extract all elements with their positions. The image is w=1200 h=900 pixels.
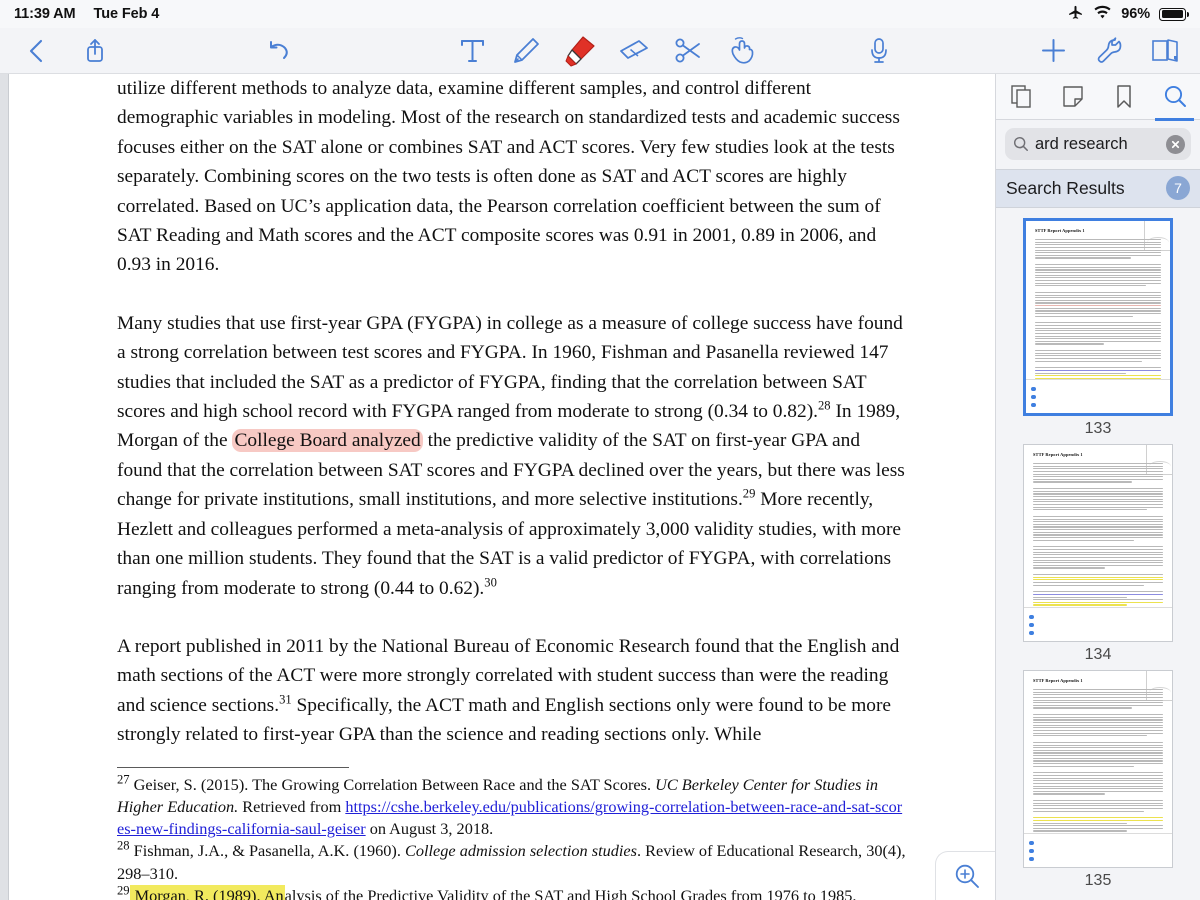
search-results-count-badge: 7 — [1166, 176, 1190, 200]
thumbnail-options-dots[interactable] — [1031, 386, 1036, 407]
search-icon — [1164, 85, 1186, 107]
thumbnail-text-lines — [1035, 239, 1161, 394]
status-time: 11:39 AM — [14, 6, 76, 22]
pages-icon — [1010, 84, 1031, 108]
search-input-icon — [1013, 136, 1028, 151]
search-clear-button[interactable] — [1166, 134, 1185, 154]
add-button[interactable] — [1036, 34, 1070, 68]
thumbnail-footer — [1026, 379, 1170, 413]
status-bar: 11:39 AM Tue Feb 4 96% — [0, 0, 1200, 28]
red-highlight[interactable]: College Board analyzed — [232, 429, 423, 453]
right-sidebar: ard research Search Results 7 STTF Repor… — [995, 74, 1200, 900]
search-results-header[interactable]: Search Results 7 — [996, 169, 1200, 208]
paragraph-1: utilize different methods to analyze dat… — [117, 78, 900, 276]
zoom-in-icon — [955, 864, 979, 888]
back-button[interactable] — [20, 34, 54, 68]
thumbnail-header: STTF Report Appendix 1 — [1033, 678, 1083, 683]
thumbnail-footer — [1024, 607, 1172, 641]
page-thumbnail[interactable]: STTF Report Appendix 1 — [1023, 218, 1173, 416]
battery-percent: 96% — [1121, 6, 1150, 22]
microphone-button[interactable] — [862, 34, 896, 68]
tab-annotations[interactable] — [1047, 74, 1098, 120]
search-query-text: ard research — [1035, 135, 1160, 154]
note-icon — [1062, 85, 1083, 107]
footnote-list: 27 Geiser, S. (2015). The Growing Correl… — [117, 772, 907, 900]
footnote-28: 28 Fishman, J.A., & Pasanella, A.K. (196… — [117, 839, 906, 883]
settings-wrench-icon[interactable] — [1092, 34, 1126, 68]
page-thumbnail[interactable]: STTF Report Appendix 1 — [1023, 444, 1173, 642]
thumbnail-item[interactable]: STTF Report Appendix 1 134 — [996, 444, 1200, 664]
tab-bookmarks[interactable] — [1098, 74, 1149, 120]
pages-book-icon[interactable] — [1148, 34, 1182, 68]
left-gutter — [0, 74, 9, 900]
paragraph-3: A report published in 2011 by the Nation… — [117, 635, 900, 746]
highlighter-tool[interactable] — [563, 34, 597, 68]
thumbnail-page-number: 133 — [1084, 420, 1112, 437]
search-results-label: Search Results — [1006, 177, 1125, 198]
hand-tool[interactable] — [725, 34, 759, 68]
thumbnail-header: STTF Report Appendix 1 — [1033, 452, 1083, 457]
pdf-reader-app: 11:39 AM Tue Feb 4 96% utilize different… — [0, 0, 1200, 900]
thumbnail-options-dots[interactable] — [1029, 614, 1034, 635]
tab-search[interactable] — [1149, 74, 1200, 121]
thumbnail-footer — [1024, 833, 1172, 867]
wifi-icon — [1093, 5, 1112, 24]
search-input[interactable]: ard research — [1005, 128, 1191, 160]
thumbnail-options-dots[interactable] — [1029, 840, 1034, 861]
battery-icon — [1159, 7, 1189, 21]
thumbnail-page-number: 134 — [1084, 646, 1112, 663]
thumbnail-item[interactable]: STTF Report Appendix 1 133 — [996, 218, 1200, 438]
text-tool[interactable] — [455, 34, 489, 68]
thumbnail-list[interactable]: STTF Report Appendix 1 133 STTF Report App… — [996, 208, 1200, 900]
page-thumbnail[interactable]: STTF Report Appendix 1 — [1023, 670, 1173, 868]
footnote-29: 29 Morgan, R. (1989). Analysis of the Pr… — [117, 884, 907, 900]
scissors-tool[interactable] — [671, 34, 705, 68]
main-toolbar — [0, 28, 1200, 74]
thumbnail-header: STTF Report Appendix 1 — [1035, 228, 1085, 233]
close-icon — [1171, 140, 1180, 148]
airplane-mode-icon — [1067, 4, 1084, 25]
status-date: Tue Feb 4 — [93, 6, 160, 22]
thumbnail-page-number: 135 — [1084, 872, 1112, 889]
paragraph-2: Many studies that use first-year GPA (FY… — [117, 312, 905, 599]
tab-thumbnails[interactable] — [996, 74, 1047, 120]
undo-button[interactable] — [262, 34, 296, 68]
thumbnail-text-lines — [1033, 689, 1163, 844]
search-field-wrapper: ard research — [996, 120, 1200, 169]
pen-tool[interactable] — [509, 34, 543, 68]
sidebar-tabs — [996, 74, 1200, 121]
eraser-tool[interactable] — [617, 34, 651, 68]
share-button[interactable] — [78, 34, 112, 68]
thumbnail-item[interactable]: STTF Report Appendix 1 135 — [996, 670, 1200, 890]
document-body: utilize different methods to analyze dat… — [9, 74, 995, 900]
footnote-27: 27 Geiser, S. (2015). The Growing Correl… — [117, 772, 903, 839]
bookmark-icon — [1116, 84, 1131, 108]
zoom-in-button[interactable] — [935, 851, 998, 900]
footnote-divider — [117, 766, 349, 768]
document-page[interactable]: utilize different methods to analyze dat… — [9, 74, 995, 900]
thumbnail-text-lines — [1033, 463, 1163, 618]
yellow-highlight[interactable]: Morgan, R. (1989). An — [129, 885, 285, 900]
